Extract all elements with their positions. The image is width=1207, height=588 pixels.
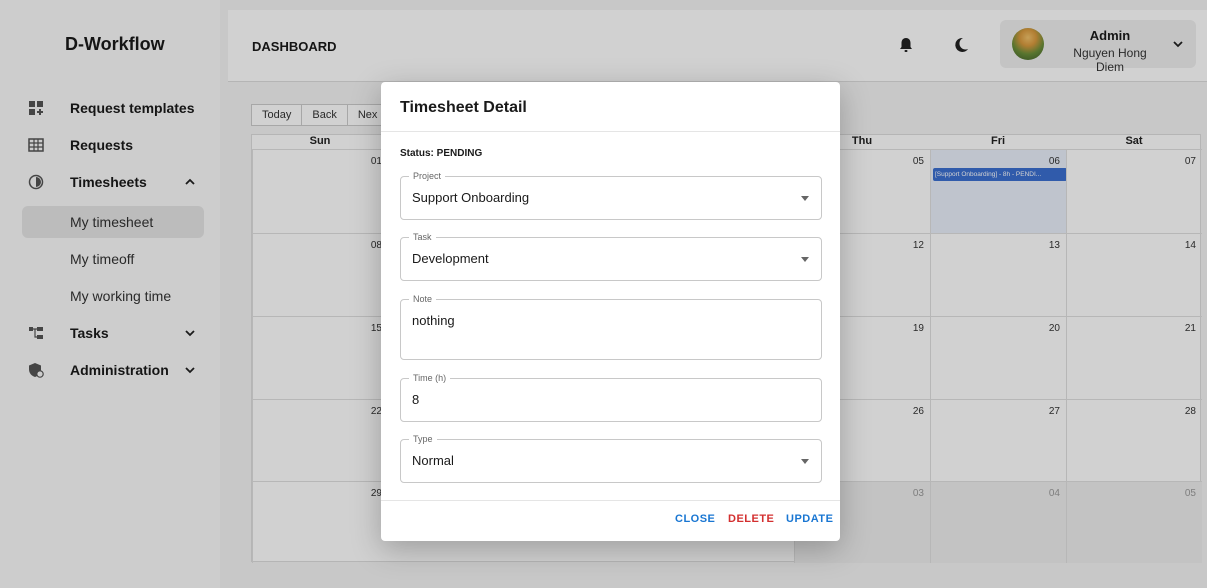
field-label: Type <box>409 434 437 444</box>
time-input[interactable]: Time (h) 8 <box>400 373 822 422</box>
field-label: Project <box>409 171 446 181</box>
dropdown-caret-icon <box>801 257 809 262</box>
delete-button[interactable]: DELETE <box>728 513 774 525</box>
dropdown-caret-icon <box>801 196 809 201</box>
field-value: Support Onboarding <box>412 190 530 205</box>
field-value: 8 <box>412 392 420 407</box>
field-label: Time (h) <box>409 373 451 383</box>
status-label: Status: PENDING <box>400 148 483 159</box>
dialog-title: Timesheet Detail <box>400 99 527 116</box>
field-value: nothing <box>412 313 455 328</box>
field-label: Note <box>409 294 437 304</box>
close-button[interactable]: CLOSE <box>675 513 715 525</box>
note-textarea[interactable]: Note nothing <box>400 294 822 360</box>
field-value: Normal <box>412 453 454 468</box>
field-label: Task <box>409 232 436 242</box>
divider <box>381 500 840 501</box>
update-button[interactable]: UPDATE <box>786 513 833 525</box>
field-value: Development <box>412 251 489 266</box>
timesheet-detail-dialog: Timesheet Detail Status: PENDING Project… <box>381 82 840 541</box>
type-select[interactable]: Type Normal <box>400 434 822 483</box>
divider <box>381 131 840 132</box>
dropdown-caret-icon <box>801 459 809 464</box>
project-select[interactable]: Project Support Onboarding <box>400 171 822 220</box>
task-select[interactable]: Task Development <box>400 232 822 281</box>
